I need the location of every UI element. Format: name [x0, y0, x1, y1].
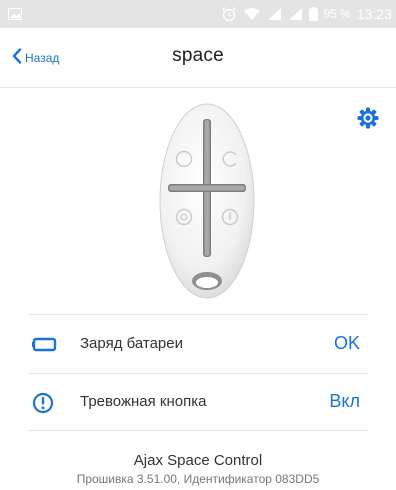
- gear-icon[interactable]: [356, 106, 380, 130]
- device-firmware-info: Прошивка 3.51.00, Идентификатор 083DD5: [76, 472, 320, 486]
- battery-icon: [308, 7, 318, 21]
- battery-outline-icon: [32, 334, 58, 356]
- row-label: Тревожная кнопка: [80, 393, 207, 410]
- battery-percent: 95 %: [323, 7, 351, 21]
- image-icon: [7, 7, 23, 21]
- nav-bar: Назад space: [0, 28, 396, 88]
- space-control-keyfob-image: [157, 101, 257, 306]
- alarm-clock-icon: [221, 6, 237, 22]
- alert-circle-icon: [32, 392, 58, 414]
- battery-charge-row[interactable]: Заряд батареи OK: [0, 316, 396, 374]
- status-bar: 95 % 13:23: [0, 0, 396, 28]
- device-footer: Ajax Space Control Прошивка 3.51.00, Иде…: [0, 452, 396, 486]
- row-label: Заряд батареи: [80, 335, 183, 352]
- signal-icon: [288, 7, 303, 21]
- panic-button-row[interactable]: Тревожная кнопка Вкл: [0, 374, 396, 432]
- device-name: Ajax Space Control: [133, 452, 263, 469]
- status-time: 13:23: [356, 6, 392, 22]
- row-value: Вкл: [329, 391, 360, 411]
- wifi-icon: [243, 7, 261, 21]
- signal-icon: [267, 7, 282, 21]
- divider: [28, 430, 368, 431]
- row-value: OK: [333, 333, 360, 353]
- divider: [28, 314, 368, 315]
- device-area: [0, 89, 396, 314]
- page-title: space: [172, 45, 224, 66]
